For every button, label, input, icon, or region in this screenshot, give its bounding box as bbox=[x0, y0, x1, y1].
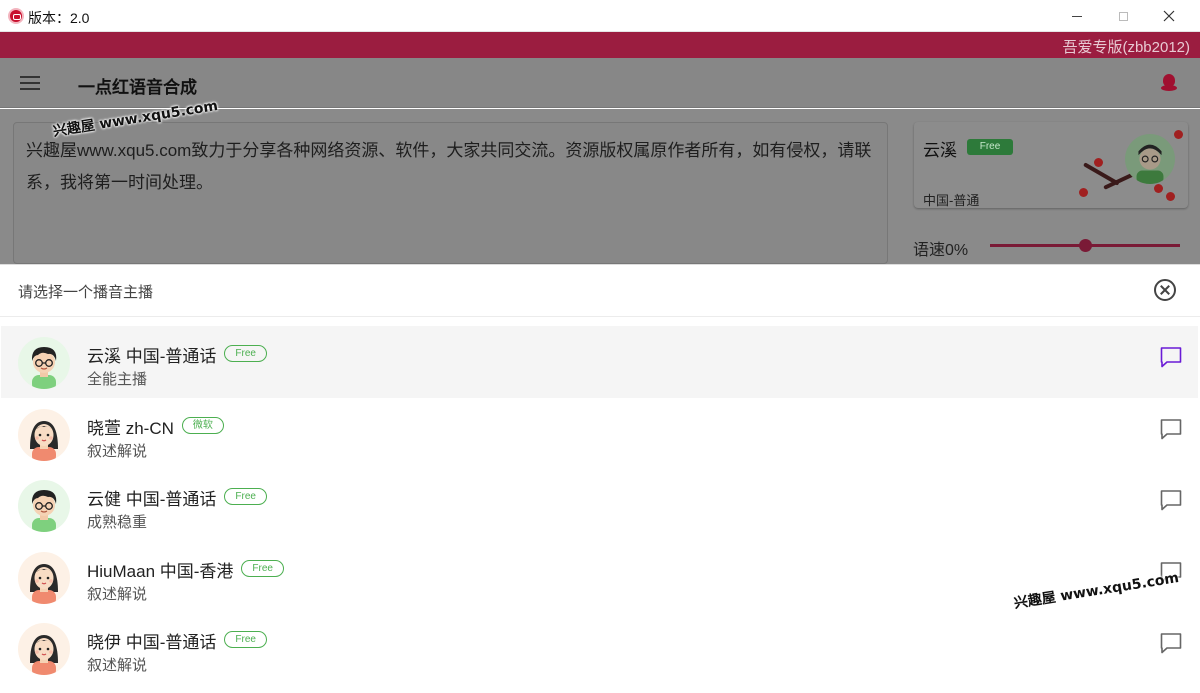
voice-picker-sheet: 请选择一个播音主播 云溪 中国-普通话 Free 全能主播晓萱 zh-CN 微软叙述解… bbox=[0, 264, 1200, 693]
voice-badge: Free bbox=[224, 345, 267, 362]
sheet-title: 请选择一个播音主播 bbox=[18, 284, 154, 301]
speed-label: 语速0% bbox=[913, 242, 969, 259]
female-avatar bbox=[18, 623, 70, 675]
minimize-icon bbox=[1072, 15, 1082, 17]
current-voice-card[interactable]: 云溪 Free 中国-普通 bbox=[914, 122, 1188, 208]
female-avatar bbox=[18, 408, 70, 461]
chat-bubble-icon[interactable] bbox=[1159, 417, 1183, 441]
voice-name: 云溪 中国-普通话 bbox=[87, 347, 217, 366]
close-window-button[interactable] bbox=[1146, 0, 1192, 32]
chat-bubble-icon[interactable] bbox=[1159, 488, 1183, 512]
sheet-header: 请选择一个播音主播 bbox=[0, 265, 1200, 317]
voice-badge: Free bbox=[224, 488, 267, 505]
voice-name: 晓萱 zh-CN bbox=[87, 418, 174, 438]
male-avatar bbox=[18, 480, 70, 532]
voice-list-item[interactable]: 晓伊 中国-普通话 Free 叙述解说 bbox=[1, 612, 1198, 684]
voice-name: HiuMaan 中国-香港 bbox=[87, 561, 234, 581]
voice-description: 成熟稳重 bbox=[87, 514, 148, 531]
voice-badge: 微软 bbox=[181, 416, 224, 434]
voice-name: 晓伊 中国-普通话 bbox=[87, 633, 217, 652]
voice-name: 云健 中国-普通话 bbox=[87, 490, 217, 509]
current-voice-locale: 中国-普通 bbox=[923, 193, 980, 208]
voice-list-item[interactable]: 云健 中国-普通话 Free 成熟稳重 bbox=[1, 469, 1198, 541]
current-voice-avatar bbox=[1125, 134, 1175, 184]
qq-penguin-icon[interactable] bbox=[1161, 74, 1177, 92]
hamburger-menu-icon[interactable] bbox=[20, 76, 40, 90]
close-icon bbox=[1163, 10, 1175, 22]
voice-description: 叙述解说 bbox=[87, 585, 148, 603]
license-banner: 吾爱专版(zbb2012) bbox=[0, 32, 1200, 58]
male-avatar bbox=[18, 337, 70, 389]
maximize-button[interactable] bbox=[1100, 0, 1146, 32]
speed-slider-thumb[interactable] bbox=[1079, 239, 1092, 252]
voice-description: 叙述解说 bbox=[87, 442, 148, 460]
voice-description: 全能主播 bbox=[87, 371, 148, 388]
banner-text: 吾爱专版(zbb2012) bbox=[1062, 39, 1190, 56]
current-voice-name: 云溪 bbox=[923, 141, 957, 160]
window-titlebar: 版本：2.0 bbox=[0, 0, 1200, 32]
voice-badge: Free bbox=[224, 631, 267, 648]
minimize-button[interactable] bbox=[1054, 0, 1100, 32]
voice-description: 叙述解说 bbox=[87, 657, 148, 674]
voice-list-item[interactable]: 云溪 中国-普通话 Free 全能主播 bbox=[1, 326, 1198, 398]
text-input-area[interactable]: 兴趣屋www.xqu5.com致力于分享各种网络资源、软件，大家共同交流。资源版… bbox=[13, 122, 888, 264]
female-avatar bbox=[18, 551, 70, 604]
app-title: 一点红语音合成 bbox=[78, 78, 197, 97]
current-voice-badge: Free bbox=[967, 139, 1013, 155]
voice-badge: Free bbox=[241, 559, 284, 577]
chat-bubble-icon[interactable] bbox=[1159, 345, 1183, 369]
close-circle-icon[interactable] bbox=[1154, 279, 1176, 301]
maximize-icon bbox=[1118, 11, 1128, 21]
app-icon bbox=[8, 8, 24, 24]
window-title: 版本：2.0 bbox=[28, 10, 90, 26]
chat-bubble-icon[interactable] bbox=[1159, 631, 1183, 655]
voice-list-item[interactable]: 晓萱 zh-CN 微软叙述解说 bbox=[1, 398, 1198, 470]
